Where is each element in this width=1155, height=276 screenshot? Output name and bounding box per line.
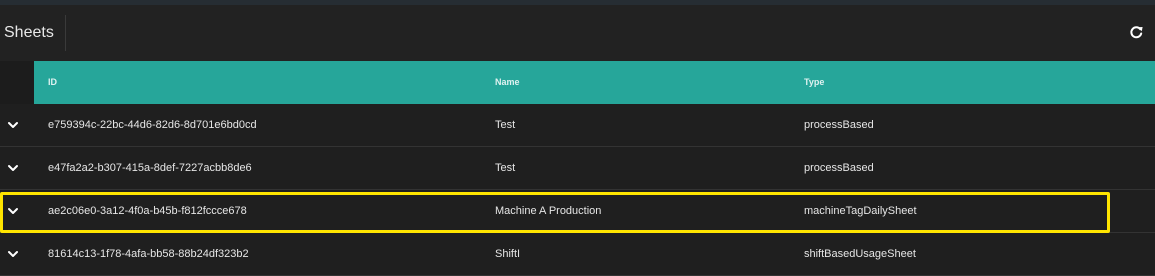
title-divider bbox=[65, 15, 66, 51]
chevron-down-icon[interactable] bbox=[6, 205, 20, 217]
cell-type: processBased bbox=[804, 162, 874, 174]
table-header: ID Name Type bbox=[0, 61, 1155, 104]
column-header-id[interactable]: ID bbox=[48, 61, 57, 104]
column-header-name[interactable]: Name bbox=[495, 61, 520, 104]
cell-id: e47fa2a2-b307-415a-8def-7227acbb8de6 bbox=[48, 162, 252, 174]
table-row[interactable]: 81614c13-1f78-4afa-bb58-88b24df323b2 Shi… bbox=[0, 233, 1155, 276]
table-row-highlighted[interactable]: ae2c06e0-3a12-4f0a-b45b-f812fccce678 Mac… bbox=[0, 190, 1155, 233]
chevron-down-icon[interactable] bbox=[6, 119, 20, 131]
refresh-icon[interactable] bbox=[1128, 24, 1145, 41]
cell-type: shiftBasedUsageSheet bbox=[804, 248, 916, 260]
cell-name: Machine A Production bbox=[495, 205, 602, 217]
chevron-down-icon[interactable] bbox=[6, 162, 20, 174]
table-row[interactable]: e759394c-22bc-44d6-82d6-8d701e6bd0cd Tes… bbox=[0, 104, 1155, 147]
chevron-down-icon[interactable] bbox=[6, 248, 20, 260]
page-header: Sheets bbox=[0, 5, 1155, 61]
table-row[interactable]: e47fa2a2-b307-415a-8def-7227acbb8de6 Tes… bbox=[0, 147, 1155, 190]
column-header-type[interactable]: Type bbox=[804, 61, 824, 104]
page-title: Sheets bbox=[4, 24, 54, 41]
cell-type: machineTagDailySheet bbox=[804, 205, 917, 217]
table-header-bar bbox=[34, 61, 1155, 104]
cell-name: Test bbox=[495, 162, 516, 174]
cell-id: 81614c13-1f78-4afa-bb58-88b24df323b2 bbox=[48, 248, 249, 260]
cell-id: ae2c06e0-3a12-4f0a-b45b-f812fccce678 bbox=[48, 205, 247, 217]
cell-type: processBased bbox=[804, 119, 874, 131]
cell-name: ShiftI bbox=[495, 248, 521, 260]
cell-name: Test bbox=[495, 119, 516, 131]
cell-id: e759394c-22bc-44d6-82d6-8d701e6bd0cd bbox=[48, 119, 257, 131]
